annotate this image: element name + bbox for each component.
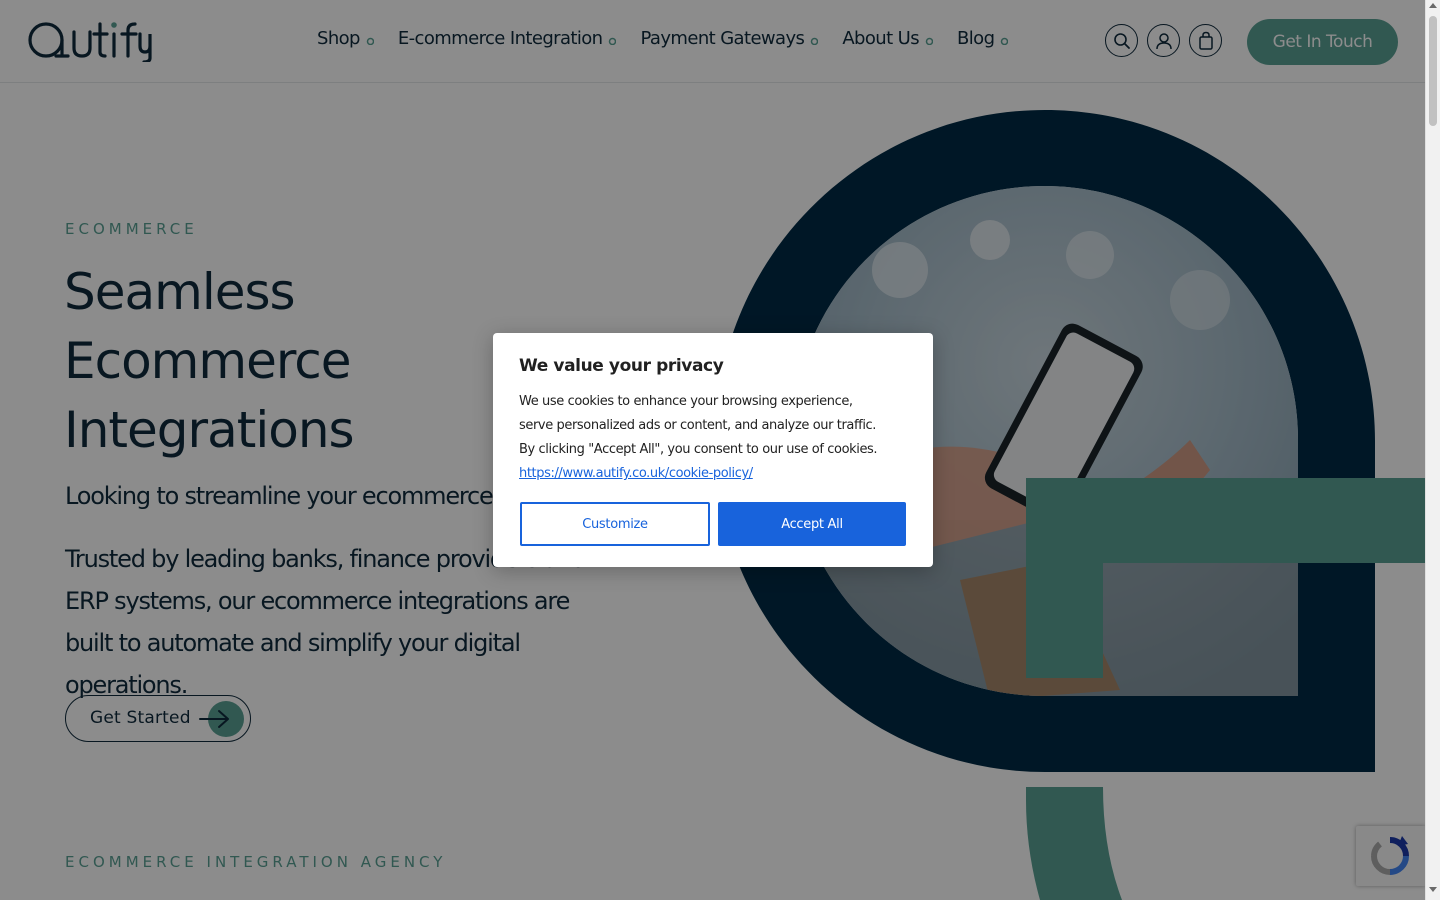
cookie-dialog-body: We use cookies to enhance your browsing … (519, 390, 889, 486)
accept-all-button[interactable]: Accept All (718, 502, 906, 546)
cookie-consent-dialog: We value your privacy We use cookies to … (493, 333, 933, 567)
page-scrollbar[interactable] (1425, 0, 1440, 900)
customize-button[interactable]: Customize (520, 502, 710, 546)
scroll-up-arrow-icon[interactable] (1429, 3, 1437, 8)
cookie-dialog-title: We value your privacy (519, 356, 724, 376)
cookie-dialog-text: We use cookies to enhance your browsing … (519, 394, 878, 457)
scroll-down-arrow-icon[interactable] (1429, 887, 1437, 892)
scrollbar-thumb[interactable] (1429, 16, 1437, 126)
page: Shop E-commerce Integration Payment Gate… (0, 0, 1425, 900)
cookie-policy-link[interactable]: https://www.autify.co.uk/cookie-policy/ (519, 466, 753, 481)
